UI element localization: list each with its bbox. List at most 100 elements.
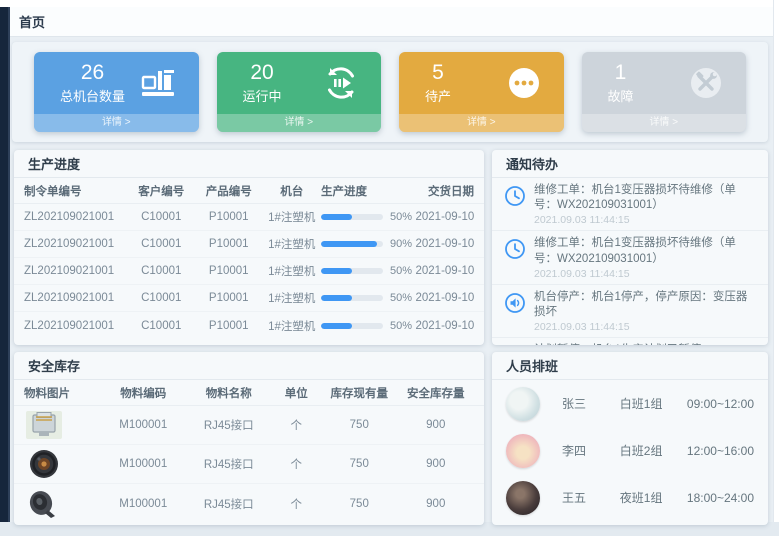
table-row: M100001 RJ45接口 个 750 900 [14,484,484,523]
notification-time: 2021.09.03 11:44:15 [534,321,756,333]
panel-title: 人员排班 [492,352,768,380]
product-no: P10001 [195,320,263,332]
table-row: ZL202109021001 C10001 P10001 1#注塑机 50% 2… [14,285,484,312]
material-code: M100001 [101,498,187,510]
customer-no: C10001 [128,320,196,332]
breadcrumb-bar: 首页 [10,7,773,37]
notification-text: 机台停产：机台1停产，停产原因：变压器损坏 [534,290,756,320]
stat-value: 5 [425,61,451,85]
machine-name: 1#注塑机 [263,318,322,334]
product-no: P10001 [195,238,263,250]
shift-time: 09:00~12:00 [687,397,754,411]
material-unit: 个 [272,417,322,433]
table-header-row: 物料图片 物料编码 物料名称 单位 库存现有量 安全库存量 [14,380,484,406]
notification-text: 计划暂停：机台1生产计划已暂停 [534,343,701,345]
column-header: 物料名称 [186,385,272,401]
production-progress-panel: 生产进度 制令单编号 客户编号 产品编号 机台 生产进度 交货日期 ZL2021… [14,150,484,345]
ellipsis-icon [504,63,544,103]
speaker-icon [504,292,526,314]
column-header: 安全库存量 [398,385,475,401]
column-header: 物料编码 [101,385,187,401]
progress-percent: 50% [390,265,412,277]
detail-link[interactable]: 详情 > [217,114,382,132]
table-header-row: 制令单编号 客户编号 产品编号 机台 生产进度 交货日期 [14,178,484,204]
shift-time: 18:00~24:00 [687,491,754,505]
notification-item: 维修工单：机台1变压器损坏待维修（单号：WX202109031001） 2021… [492,178,768,231]
stat-cards-panel: 26 总机台数量 详情 > 20 [12,42,768,142]
delivery-date: 2021-09-10 [416,320,475,332]
window-right-edge [773,0,779,536]
material-name: RJ45接口 [186,456,272,472]
dashboard-content: 26 总机台数量 详情 > 20 [10,37,773,522]
stat-label: 待产 [425,86,451,105]
stock-on-hand: 750 [321,458,398,470]
cycle-arrows-icon [321,63,361,103]
avatar [506,434,540,468]
shift-group: 白班1组 [620,395,687,412]
schedule-row: 王五 夜班1组 18:00~24:00 [492,474,768,521]
detail-link[interactable]: 详情 > [399,114,564,132]
progress-percent: 50% [390,211,412,223]
order-no: ZL202109021001 [24,211,128,223]
machine-icon [139,63,179,103]
column-header: 交货日期 [416,183,475,199]
progress-bar [321,214,383,220]
progress-percent: 50% [390,320,412,332]
product-no: P10001 [195,265,263,277]
material-code: M100001 [101,419,187,431]
stat-card-total-machines[interactable]: 26 总机台数量 详情 > [34,52,199,132]
panel-title: 通知待办 [492,150,768,178]
notifications-panel: 通知待办 维修工单：机台1变压器损坏待维修（单号：WX202109031001）… [492,150,768,345]
shift-group: 夜班1组 [620,489,687,506]
stat-value: 1 [608,61,634,85]
stat-card-pending[interactable]: 5 待产 详情 > [399,52,564,132]
avatar [506,387,540,421]
customer-no: C10001 [128,265,196,277]
safety-stock: 900 [398,458,475,470]
order-no: ZL202109021001 [24,265,128,277]
shift-group: 白班2组 [620,442,687,459]
table-row: M100001 RJ45接口 个 750 900 [14,406,484,445]
clock-icon [504,238,526,260]
progress-bar [321,268,383,274]
person-name: 王五 [562,489,620,506]
detail-link[interactable]: 详情 > [34,114,199,132]
notification-time: 2021.09.03 11:44:15 [534,268,756,280]
panel-title: 生产进度 [14,150,484,178]
notification-text: 维修工单：机台1变压器损坏待维修（单号：WX202109031001） [534,236,756,266]
safety-stock: 900 [398,419,475,431]
progress-bar [321,241,383,247]
column-header: 产品编号 [195,183,263,199]
stat-card-fault[interactable]: 1 故障 详情 > [582,52,747,132]
progress-percent: 50% [390,292,412,304]
panel-title: 安全库存 [14,352,484,380]
machine-name: 1#注塑机 [263,290,322,306]
delivery-date: 2021-09-10 [416,238,475,250]
stat-value: 26 [60,61,125,85]
speaker-front-image [24,448,64,480]
notification-time: 2021.09.03 11:44:15 [534,214,756,226]
delivery-date: 2021-09-10 [416,265,475,277]
safety-stock-panel: 安全库存 物料图片 物料编码 物料名称 单位 库存现有量 安全库存量 M1000… [14,352,484,525]
stat-label: 总机台数量 [60,86,125,105]
table-row: ZL202109021001 C10001 P10001 1#注塑机 50% 2… [14,312,484,339]
column-header: 客户编号 [128,183,196,199]
order-no: ZL202109021001 [24,292,128,304]
stat-label: 运行中 [243,86,282,105]
schedule-row: 张三 白班1组 09:00~12:00 [492,380,768,427]
column-header: 机台 [263,183,322,199]
table-row: ZL202109021001 C10001 P10001 1#注塑机 50% 2… [14,204,484,231]
progress-bar [321,323,383,329]
customer-no: C10001 [128,238,196,250]
tab-home[interactable]: 首页 [19,12,45,31]
safety-stock: 900 [398,498,475,510]
stat-card-running[interactable]: 20 运行中 详情 > [217,52,382,132]
stat-value: 20 [243,61,282,85]
product-no: P10001 [195,292,263,304]
stock-on-hand: 750 [321,419,398,431]
customer-no: C10001 [128,292,196,304]
table-row: ZL202109021001 C10001 P10001 1#注塑机 50% 2… [14,258,484,285]
progress-bar [321,295,383,301]
detail-link[interactable]: 详情 > [582,114,747,132]
notification-text: 维修工单：机台1变压器损坏待维修（单号：WX202109031001） [534,183,756,213]
